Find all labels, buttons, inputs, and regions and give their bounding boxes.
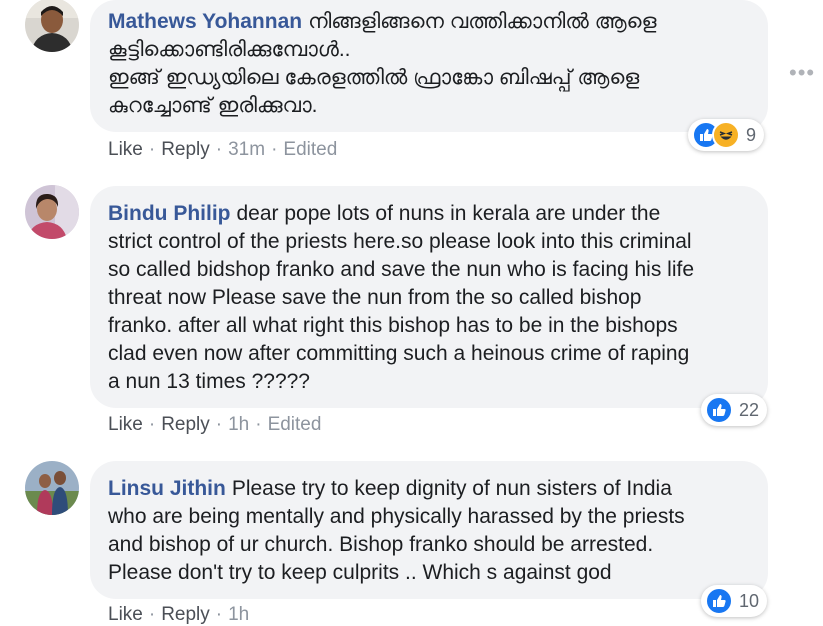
reply-link[interactable]: Reply xyxy=(161,604,210,626)
edited-label[interactable]: Edited xyxy=(268,414,322,436)
avatar[interactable] xyxy=(25,0,79,52)
haha-icon xyxy=(712,121,740,149)
separator: · xyxy=(255,414,262,435)
separator: · xyxy=(148,139,156,160)
comment-bubble: Mathews Yohannan നിങ്ങളിങ്ങനെ വത്തിക്കാനി… xyxy=(90,0,768,132)
separator: · xyxy=(271,139,278,160)
comment-author[interactable]: Linsu Jithin xyxy=(108,477,226,500)
avatar-photo xyxy=(25,0,79,52)
comment-author[interactable]: Bindu Philip xyxy=(108,202,230,225)
reaction-summary[interactable]: 9 xyxy=(688,119,765,151)
avatar[interactable] xyxy=(25,461,79,515)
separator: · xyxy=(148,604,156,625)
reaction-count: 10 xyxy=(739,590,760,611)
comment-bubble: Bindu Philip dear pope lots of nuns in ke… xyxy=(90,186,768,408)
reaction-count: 9 xyxy=(746,124,757,145)
separator: · xyxy=(148,414,156,435)
separator: · xyxy=(215,604,223,625)
comment-bubble: Linsu Jithin Please try to keep dignity o… xyxy=(90,461,768,599)
more-options-icon[interactable]: ••• xyxy=(789,60,815,86)
comment-time[interactable]: 31m xyxy=(228,139,265,161)
comment-actions: Like · Reply · 1h · Edited xyxy=(108,414,321,436)
comment-time[interactable]: 1h xyxy=(228,604,249,626)
reaction-summary[interactable]: 10 xyxy=(701,585,768,617)
avatar-photo xyxy=(25,461,79,515)
like-link[interactable]: Like xyxy=(108,414,143,436)
comment-time[interactable]: 1h xyxy=(228,414,249,436)
like-link[interactable]: Like xyxy=(108,139,143,161)
reaction-summary[interactable]: 22 xyxy=(701,394,768,426)
comment-text: dear pope lots of nuns in kerala are und… xyxy=(108,202,695,393)
comment-author[interactable]: Mathews Yohannan xyxy=(108,10,302,33)
reaction-count: 22 xyxy=(739,399,760,420)
edited-label[interactable]: Edited xyxy=(283,139,337,161)
reply-link[interactable]: Reply xyxy=(161,414,210,436)
reply-link[interactable]: Reply xyxy=(161,139,210,161)
comment-actions: Like · Reply · 31m · Edited xyxy=(108,139,337,161)
like-link[interactable]: Like xyxy=(108,604,143,626)
separator: · xyxy=(215,414,223,435)
separator: · xyxy=(215,139,223,160)
avatar-photo xyxy=(25,185,79,239)
comment-actions: Like · Reply · 1h xyxy=(108,604,249,626)
like-icon xyxy=(705,587,733,615)
avatar[interactable] xyxy=(25,185,79,239)
like-icon xyxy=(705,396,733,424)
